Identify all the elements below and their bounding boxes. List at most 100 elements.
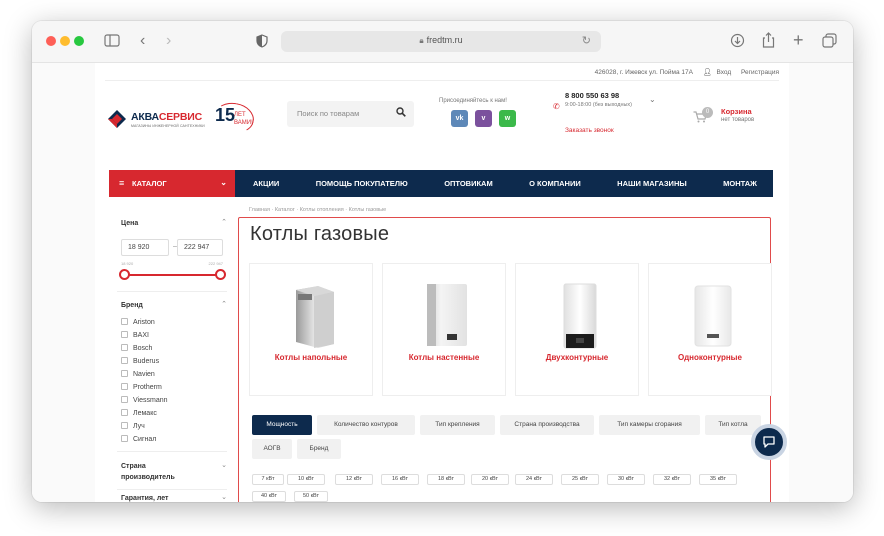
price-filter-label: Цена [121, 220, 139, 227]
nav-item-wholesale[interactable]: ОПТОВИКАМ [444, 179, 493, 188]
price-to-input[interactable]: 222 947 [177, 239, 223, 256]
order-call-link[interactable]: Заказать звонок [565, 127, 614, 134]
tab-brand[interactable]: Бренд [297, 439, 341, 459]
power-option[interactable]: 7 кВт [252, 474, 284, 485]
search-input[interactable]: Поиск по товарам [287, 101, 414, 127]
power-option[interactable]: 12 кВт [335, 474, 373, 485]
chat-bubble-icon [763, 436, 775, 448]
category-card-label: Одноконтурные [678, 353, 742, 362]
tab-overview-icon[interactable] [822, 33, 837, 51]
chevron-down-icon[interactable]: ⌄ [221, 461, 227, 469]
search-icon[interactable] [396, 107, 406, 120]
nav-item-help[interactable]: ПОМОЩЬ ПОКУПАТЕЛЮ [316, 179, 408, 188]
power-option[interactable]: 50 кВт [294, 491, 328, 502]
single-circuit-boiler-icon [694, 285, 732, 347]
register-link[interactable]: Регистрация [741, 69, 779, 76]
tab-combustion-chamber[interactable]: Тип камеры сгорания [599, 415, 700, 435]
category-card-single-circuit[interactable]: Одноконтурные [648, 263, 772, 396]
power-option[interactable]: 24 кВт [515, 474, 553, 485]
brand-checkbox[interactable]: Navien [121, 370, 155, 378]
chat-button[interactable] [751, 424, 787, 460]
price-slider-min-handle[interactable] [119, 269, 130, 280]
phone-icon: ✆ [553, 102, 560, 111]
viber-icon[interactable]: v [475, 110, 492, 127]
brand-checkbox[interactable]: Viessmann [121, 396, 168, 404]
checkbox-icon[interactable] [121, 331, 128, 338]
brand-checkbox[interactable]: Protherm [121, 383, 162, 391]
privacy-shield-icon[interactable] [256, 34, 268, 51]
power-option[interactable]: 10 кВт [287, 474, 325, 485]
checkbox-icon[interactable] [121, 318, 128, 325]
whatsapp-icon[interactable]: w [499, 110, 516, 127]
country-filter-label: Страна производитель [121, 463, 175, 481]
power-option[interactable]: 25 кВт [561, 474, 599, 485]
checkbox-icon[interactable] [121, 409, 128, 416]
hamburger-icon: ≡ [119, 178, 125, 188]
checkbox-icon[interactable] [121, 344, 128, 351]
category-card-double-circuit[interactable]: Двухконтурные [515, 263, 639, 396]
nav-item-stores[interactable]: НАШИ МАГАЗИНЫ [617, 179, 687, 188]
address-bar[interactable]: 🔒︎ fredtm.ru ↻ [281, 31, 601, 52]
nav-item-installation[interactable]: МОНТАЖ [723, 179, 757, 188]
checkbox-icon[interactable] [121, 357, 128, 364]
brand-checkbox[interactable]: Луч [121, 422, 145, 430]
chevron-up-icon[interactable]: ⌃ [221, 218, 227, 226]
share-icon[interactable] [762, 32, 775, 51]
power-option[interactable]: 16 кВт [381, 474, 419, 485]
catalog-button[interactable]: ≡ КАТАЛОГ ⌄ [109, 170, 235, 197]
checkbox-icon[interactable] [121, 396, 128, 403]
brand-checkbox[interactable]: Bosch [121, 344, 152, 352]
brand-checkbox[interactable]: BAXI [121, 331, 149, 339]
social-block: Присоединяйтесь к нам! vk v w [439, 98, 539, 127]
chevron-down-icon[interactable]: ⌄ [221, 493, 227, 501]
search-placeholder: Поиск по товарам [297, 109, 360, 118]
nav-item-promotions[interactable]: АКЦИИ [253, 179, 279, 188]
price-from-input[interactable]: 18 920 [121, 239, 169, 256]
brand-checkbox[interactable]: Ariston [121, 318, 155, 326]
close-window-button[interactable] [46, 36, 56, 46]
sidebar-toggle-icon[interactable] [104, 34, 120, 50]
minimize-window-button[interactable] [60, 36, 70, 46]
power-option[interactable]: 20 кВт [471, 474, 509, 485]
tab-power[interactable]: Мощность [252, 415, 312, 435]
category-card-label: Котлы настенные [408, 353, 480, 362]
price-slider-max-handle[interactable] [215, 269, 226, 280]
category-card-wall[interactable]: Котлы настенные [382, 263, 506, 396]
chevron-up-icon[interactable]: ⌃ [221, 300, 227, 308]
social-join-text: Присоединяйтесь к нам! [439, 98, 507, 104]
price-min-label: 18 920 [121, 261, 134, 266]
tab-aogv[interactable]: АОГВ [252, 439, 292, 459]
warranty-filter-label: Гарантия, лет [121, 495, 169, 502]
checkbox-icon[interactable] [121, 422, 128, 429]
nav-item-about[interactable]: О КОМПАНИИ [529, 179, 581, 188]
power-option[interactable]: 40 кВт [252, 491, 286, 502]
new-tab-icon[interactable]: + [793, 31, 804, 49]
reload-icon[interactable]: ↻ [582, 34, 591, 47]
back-icon[interactable]: ‹ [140, 33, 145, 49]
breadcrumb[interactable]: Главная · Каталог · Котлы отопления · Ко… [249, 207, 386, 213]
catalog-label: КАТАЛОГ [132, 179, 167, 188]
category-card-floor[interactable]: Котлы напольные [249, 263, 373, 396]
filter-divider [117, 489, 227, 490]
brand-checkbox[interactable]: Сигнал [121, 435, 156, 443]
power-option[interactable]: 18 кВт [427, 474, 465, 485]
site-logo[interactable]: АКВАСЕРВИС МАГАЗИНЫ ИНЖЕНЕРНОЙ САНТЕХНИК… [107, 99, 257, 139]
checkbox-icon[interactable] [121, 370, 128, 377]
chevron-down-icon[interactable]: ⌄ [649, 95, 656, 104]
power-option[interactable]: 32 кВт [653, 474, 691, 485]
login-link[interactable]: Вход [716, 69, 731, 76]
tab-mounting[interactable]: Тип крепления [420, 415, 495, 435]
power-option[interactable]: 30 кВт [607, 474, 645, 485]
download-icon[interactable] [730, 33, 745, 51]
phone-number[interactable]: 8 800 550 63 98 [565, 91, 619, 100]
brand-checkbox[interactable]: Лемакс [121, 409, 157, 417]
power-option[interactable]: 35 кВт [699, 474, 737, 485]
vk-icon[interactable]: vk [451, 110, 468, 127]
tab-country[interactable]: Страна производства [500, 415, 594, 435]
zoom-window-button[interactable] [74, 36, 84, 46]
checkbox-icon[interactable] [121, 383, 128, 390]
brand-checkbox[interactable]: Buderus [121, 357, 159, 365]
forward-icon[interactable]: › [166, 33, 171, 49]
checkbox-icon[interactable] [121, 435, 128, 442]
tab-circuits[interactable]: Количество контуров [317, 415, 415, 435]
